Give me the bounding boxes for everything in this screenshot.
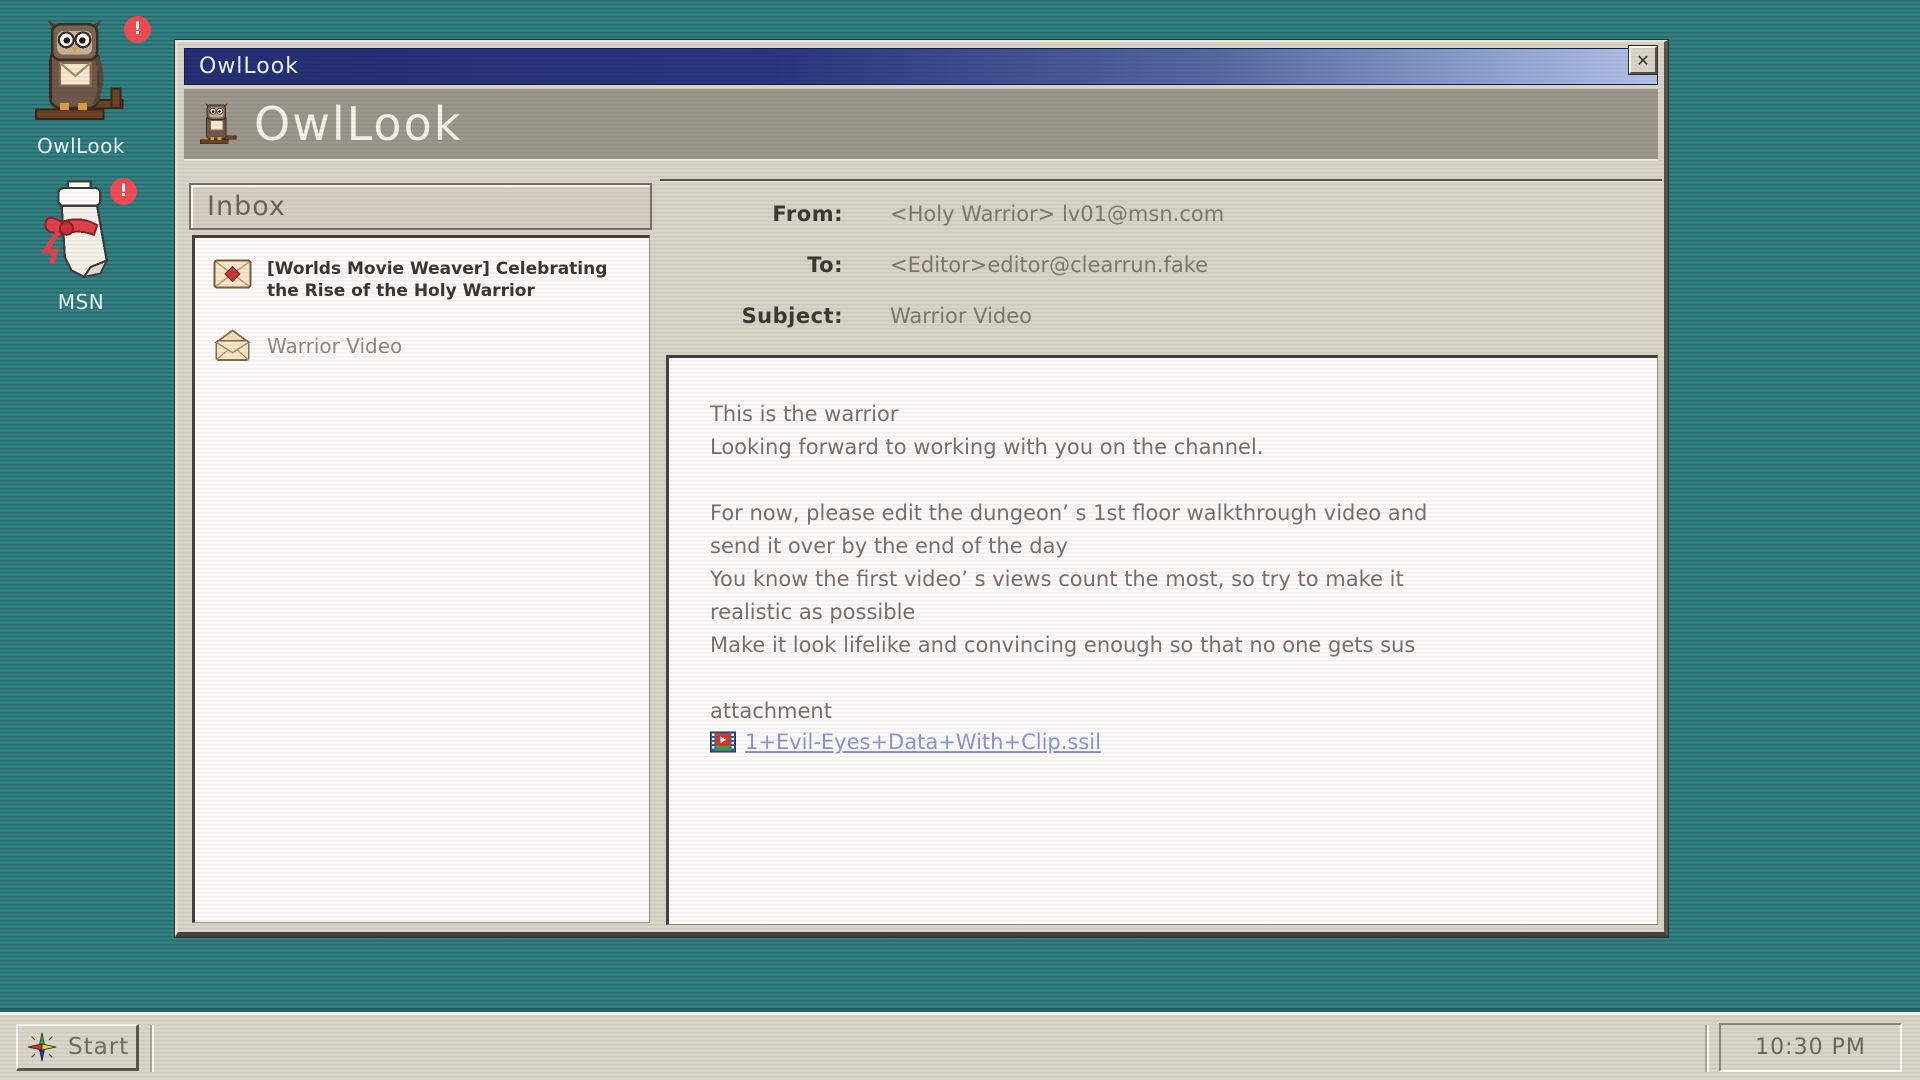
field-row-to: To: <Editor>editor@clearrun.fake	[668, 253, 1648, 277]
scroll-icon: !	[35, 180, 127, 280]
start-logo-icon	[26, 1031, 58, 1063]
from-value: <Holy Warrior> lv01@msn.com	[890, 202, 1224, 226]
taskbar-divider	[150, 1025, 154, 1072]
start-button[interactable]: Start	[16, 1024, 139, 1071]
desktop-icon-label: MSN	[6, 290, 156, 314]
email-list-item-read[interactable]: Warrior Video	[213, 328, 633, 363]
taskbar-clock: 10:30 PM	[1755, 1035, 1866, 1060]
start-label: Start	[68, 1034, 129, 1060]
window-title: OwlLook	[185, 54, 299, 79]
body-line: realistic as possible	[710, 596, 1613, 629]
notification-badge: !	[110, 178, 137, 205]
from-label: From:	[668, 202, 843, 226]
email-list: [Worlds Movie Weaver] Celebrating the Ri…	[192, 235, 650, 923]
attachment-link[interactable]: 1+Evil-Eyes+Data+With+Clip.ssil	[745, 730, 1101, 754]
body-line	[710, 464, 1613, 497]
owl-icon	[198, 102, 240, 146]
notification-badge: !	[124, 16, 151, 43]
open-envelope-icon	[213, 329, 252, 363]
desktop-icon-label: OwlLook	[6, 134, 156, 158]
owl-mail-icon: !	[29, 18, 133, 124]
taskbar: Start 10:30 PM	[0, 1012, 1920, 1080]
body-line: send it over by the end of the day	[710, 530, 1613, 563]
body-line: This is the warrior	[710, 398, 1613, 431]
subject-value: Warrior Video	[890, 304, 1032, 328]
taskbar-divider	[1705, 1025, 1709, 1072]
body-line: You know the first video’ s views count …	[710, 563, 1613, 596]
window-titlebar: OwlLook	[184, 48, 1658, 85]
attachment-label: attachment	[710, 695, 1613, 728]
app-title: OwlLook	[254, 97, 462, 151]
subject-label: Subject:	[668, 304, 843, 328]
to-value: <Editor>editor@clearrun.fake	[890, 253, 1208, 277]
owllook-window: OwlLook ✕ OwlLook	[175, 40, 1668, 937]
field-row-from: From: <Holy Warrior> lv01@msn.com	[668, 202, 1648, 226]
attachment-block: attachment 1+Evil-Eyes+Data+With+Clip.ss…	[710, 695, 1613, 754]
desktop-icon-msn[interactable]: ! MSN	[6, 180, 156, 314]
email-subject: Warrior Video	[267, 334, 402, 358]
inbox-title: Inbox	[191, 191, 286, 222]
field-row-subject: Subject: Warrior Video	[668, 304, 1648, 328]
body-line: Make it look lifelike and convincing eno…	[710, 629, 1613, 662]
fields-divider	[660, 179, 1662, 182]
close-button[interactable]: ✕	[1629, 46, 1657, 74]
email-subject: [Worlds Movie Weaver] Celebrating the Ri…	[267, 258, 619, 302]
sealed-envelope-icon	[213, 259, 252, 289]
close-icon: ✕	[1636, 51, 1649, 70]
app-header: OwlLook	[184, 89, 1658, 161]
clock-tray[interactable]: 10:30 PM	[1719, 1023, 1902, 1072]
desktop-icon-owllook[interactable]: ! OwlLook	[6, 18, 156, 158]
message-body-panel: This is the warrior Looking forward to w…	[666, 355, 1658, 925]
inbox-header: Inbox	[189, 183, 652, 230]
body-line: Looking forward to working with you on t…	[710, 431, 1613, 464]
film-clip-icon	[710, 731, 736, 753]
body-line: For now, please edit the dungeon’ s 1st …	[710, 497, 1613, 530]
to-label: To:	[668, 253, 843, 277]
email-list-item-unread[interactable]: [Worlds Movie Weaver] Celebrating the Ri…	[213, 258, 633, 302]
